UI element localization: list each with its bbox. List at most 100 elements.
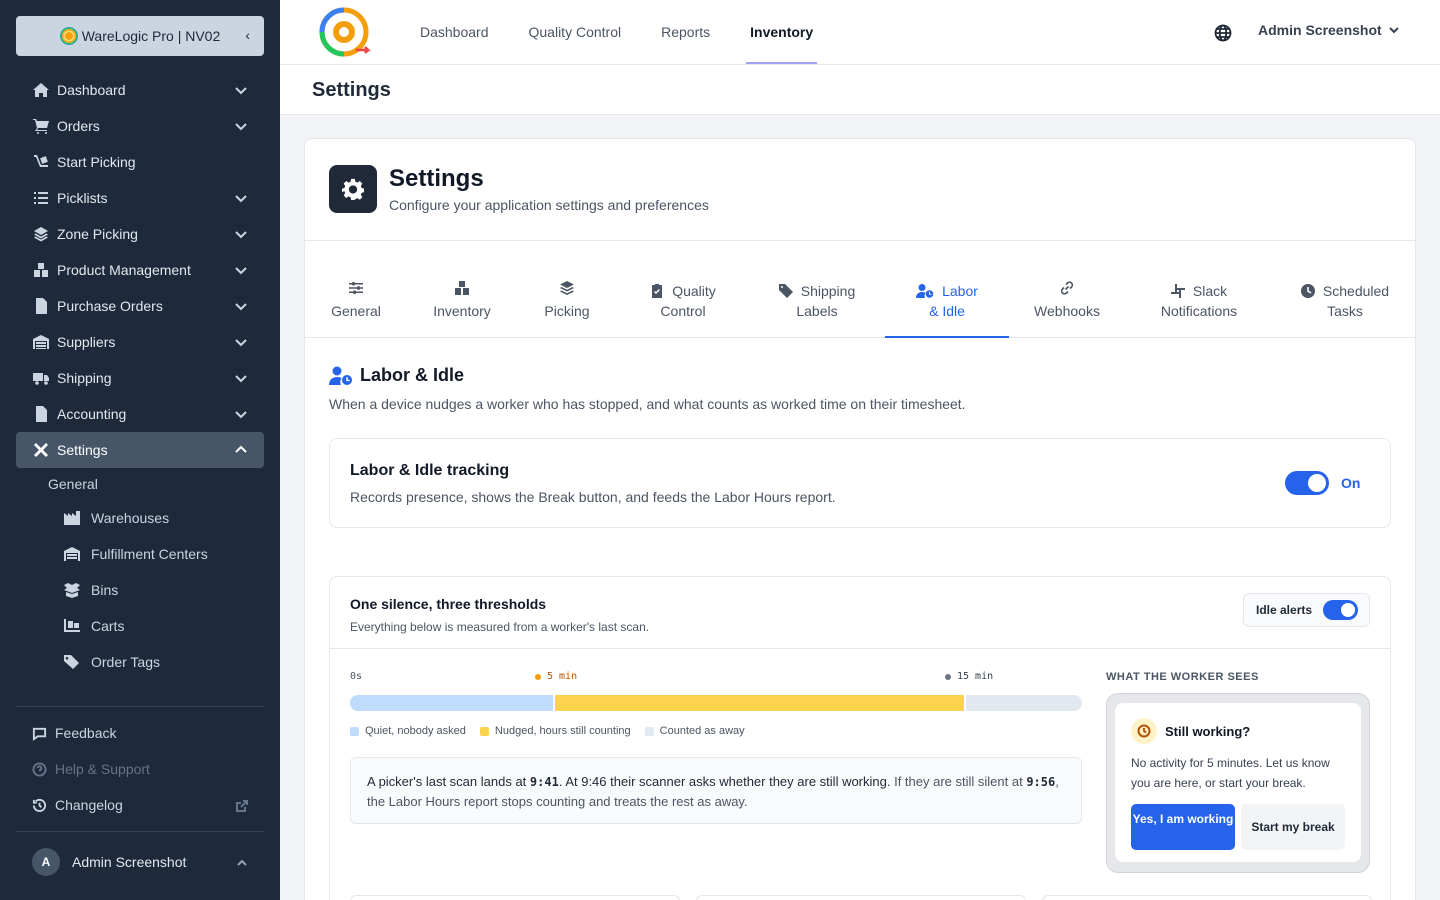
idle-prompt-body: No activity for 5 minutes. Let us know y… — [1131, 756, 1330, 790]
history-icon — [32, 798, 47, 813]
top-header: Dashboard Quality Control Reports Invent… — [280, 0, 1440, 65]
worker-view-label: WHAT THE WORKER SEES — [1106, 671, 1259, 683]
threshold-card — [1042, 895, 1372, 900]
app-switcher[interactable]: WareLogic Pro | NV02 ‹ — [16, 16, 264, 56]
sliders-icon — [349, 282, 363, 294]
sidebar-subitem-order-tags[interactable]: Order Tags — [16, 644, 264, 680]
tab-scheduled-tasks[interactable]: Scheduled Tasks — [1295, 281, 1395, 338]
thresholds-subtitle: Everything below is measured from a work… — [350, 620, 650, 634]
cart-flatbed-icon — [64, 618, 80, 634]
dolly-icon — [32, 154, 49, 171]
start-break-button[interactable]: Start my break — [1241, 804, 1345, 850]
clock-icon — [1131, 718, 1157, 744]
tab-picking[interactable]: Picking — [539, 281, 595, 338]
yes-working-button[interactable]: Yes, I am working — [1131, 804, 1235, 850]
tab-label: Webhooks — [1034, 303, 1100, 319]
sidebar-subitem-label: Bins — [91, 582, 119, 598]
section-description: When a device nudges a worker who has st… — [329, 396, 966, 412]
tab-slack-notifications[interactable]: Slack Notifications — [1155, 281, 1243, 338]
legend-swatch — [479, 726, 489, 736]
user-clock-icon — [916, 284, 934, 298]
settings-card: Settings Configure your application sett… — [304, 138, 1416, 900]
chevron-down-icon — [234, 119, 248, 133]
tab-general[interactable]: General — [327, 281, 385, 338]
chevron-down-icon — [234, 83, 248, 97]
chevron-down-icon — [234, 227, 248, 241]
chevron-down-icon — [234, 263, 248, 277]
idle-prompt-title: Still working? — [1165, 724, 1251, 739]
sidebar: WareLogic Pro | NV02 ‹ Dashboard Orders … — [0, 0, 280, 900]
sidebar-item-picklists[interactable]: Picklists — [16, 180, 264, 216]
tab-shipping-labels[interactable]: Shipping Labels — [773, 281, 861, 338]
legend-item-away: Counted as away — [644, 725, 745, 737]
threshold-card — [696, 895, 1026, 900]
sidebar-item-label: Settings — [57, 442, 108, 458]
sidebar-subitem-fulfillment-centers[interactable]: Fulfillment Centers — [16, 536, 264, 572]
threshold-card — [350, 895, 680, 900]
section-title-label: Labor & Idle — [360, 365, 465, 385]
tab-labor-idle[interactable]: Labor & Idle — [885, 281, 1009, 338]
sidebar-item-zone-picking[interactable]: Zone Picking — [16, 216, 264, 252]
sidebar-item-product-management[interactable]: Product Management — [16, 252, 264, 288]
sidebar-subitem-bins[interactable]: Bins — [16, 572, 264, 608]
collapse-icon[interactable]: ‹ — [245, 27, 250, 43]
settings-group-general[interactable]: General — [16, 468, 264, 500]
idle-alerts-toggle[interactable] — [1323, 600, 1358, 620]
gear-icon — [329, 165, 377, 213]
sidebar-item-suppliers[interactable]: Suppliers — [16, 324, 264, 360]
tracking-toggle[interactable] — [1285, 471, 1329, 495]
tick-label: 5 min — [547, 671, 578, 682]
sidebar-item-dashboard[interactable]: Dashboard — [16, 72, 264, 108]
sidebar-item-label: Purchase Orders — [57, 298, 163, 314]
tab-webhooks[interactable]: Webhooks — [1027, 281, 1107, 338]
app-name: WareLogic Pro | NV02 — [81, 28, 221, 44]
legend-swatch — [350, 726, 359, 736]
feedback-link[interactable]: Feedback — [32, 723, 248, 743]
clipboard-check-icon — [652, 284, 663, 298]
story-text: . At 9:46 their scanner asks whether the… — [558, 774, 895, 789]
sidebar-item-orders[interactable]: Orders — [16, 108, 264, 144]
user-menu[interactable]: Admin Screenshot — [1258, 22, 1400, 38]
changelog-label: Changelog — [55, 797, 123, 813]
chevron-down-icon — [234, 371, 248, 385]
top-nav-quality-control[interactable]: Quality Control — [513, 0, 638, 64]
changelog-link[interactable]: Changelog — [32, 795, 248, 815]
page-title: Settings — [312, 79, 391, 101]
sidebar-user-menu[interactable]: A Admin Screenshot — [32, 848, 248, 876]
top-nav-dashboard[interactable]: Dashboard — [404, 0, 505, 64]
tab-label: Labor — [942, 283, 978, 299]
help-support-link[interactable]: Help & Support — [32, 759, 248, 779]
building-icon — [64, 546, 80, 562]
boxes-icon — [455, 281, 469, 295]
feedback-label: Feedback — [55, 725, 117, 741]
list-icon — [32, 190, 49, 207]
chevron-down-icon — [234, 407, 248, 421]
chevron-up-icon — [234, 443, 248, 457]
timeline-legend: Quiet, nobody asked Nudged, hours still … — [350, 725, 759, 737]
top-nav-inventory[interactable]: Inventory — [734, 0, 829, 64]
tag-icon — [778, 284, 793, 298]
brand-logo-icon[interactable] — [316, 4, 374, 60]
top-nav-reports[interactable]: Reports — [645, 0, 726, 64]
sidebar-subitem-carts[interactable]: Carts — [16, 608, 264, 644]
tab-inventory[interactable]: Inventory — [425, 281, 499, 338]
tracking-description: Records presence, shows the Break button… — [350, 489, 836, 505]
chevron-down-icon — [234, 335, 248, 349]
question-icon — [32, 761, 47, 777]
sidebar-item-settings[interactable]: Settings — [16, 432, 264, 468]
sidebar-divider — [16, 706, 264, 707]
sidebar-item-purchase-orders[interactable]: Purchase Orders — [16, 288, 264, 324]
device-preview: Still working? No activity for 5 minutes… — [1106, 693, 1370, 873]
sidebar-item-start-picking[interactable]: Start Picking — [16, 144, 264, 180]
tick-label: 0s — [350, 671, 363, 682]
sidebar-subitem-warehouses[interactable]: Warehouses — [16, 500, 264, 536]
sidebar-item-accounting[interactable]: Accounting — [16, 396, 264, 432]
sidebar-item-label: Picklists — [57, 190, 108, 206]
sidebar-item-shipping[interactable]: Shipping — [16, 360, 264, 396]
chat-icon — [32, 726, 47, 741]
tab-quality-control[interactable]: Quality Control — [641, 281, 725, 338]
thresholds-title: One silence, three thresholds — [350, 596, 547, 612]
legend-item-nudged: Nudged, hours still counting — [479, 725, 631, 737]
legend-swatch — [644, 726, 654, 736]
globe-icon[interactable] — [1214, 24, 1232, 42]
